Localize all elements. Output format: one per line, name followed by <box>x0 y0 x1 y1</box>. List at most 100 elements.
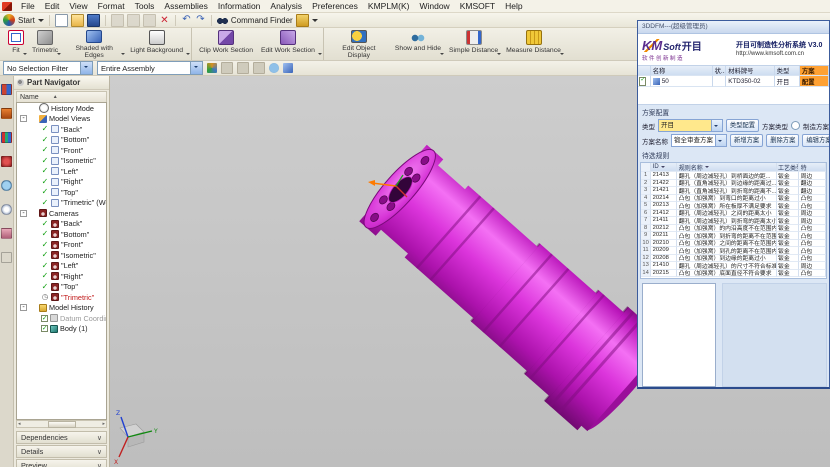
check-mark-icon[interactable] <box>41 230 49 238</box>
check-mark-icon[interactable] <box>41 167 49 175</box>
delete-icon[interactable]: ✕ <box>159 15 170 26</box>
menu-item[interactable]: Assemblies <box>159 1 212 11</box>
check-mark-icon[interactable] <box>41 325 48 332</box>
menu-item[interactable]: Tools <box>130 1 160 11</box>
chevron-down-icon[interactable]: ∨ <box>97 462 102 467</box>
menu-item[interactable]: Format <box>93 1 130 11</box>
rule-row[interactable]: 14 20215 凸包（加强窝）底面直径不符合要求 钣金 凸包 <box>641 270 826 278</box>
rule-row[interactable]: 3 21421 翻孔（直角减轻孔）到折弯的距离不... 钣金 翻边 <box>641 187 826 195</box>
rule-row[interactable]: 5 20213 凸包（加强窝）所在板厚不满足要求 钣金 凸包 <box>641 202 826 210</box>
tree-item[interactable]: "Right" <box>17 271 106 282</box>
check-mark-icon[interactable] <box>41 199 49 207</box>
check-mark-icon[interactable] <box>41 293 49 301</box>
assembly-navigator-icon[interactable] <box>1 84 12 95</box>
scheme-name-dropdown[interactable]: 锻全审查方案 <box>671 134 727 147</box>
expander-icon[interactable] <box>32 189 39 196</box>
scrollbar-thumb[interactable] <box>48 421 76 428</box>
rule-row[interactable]: 9 20211 凸包（加强窝）到折弯的距离不在范围内 钣金 凸包 <box>641 232 826 240</box>
tree-item[interactable]: History Mode <box>17 103 106 114</box>
toolbar-button[interactable]: Edit Object Display <box>327 28 391 60</box>
check-mark-icon[interactable] <box>41 283 49 291</box>
highlight-icon[interactable] <box>269 63 279 73</box>
tree-item[interactable]: Datum Coordinate S... <box>17 313 106 324</box>
start-dropdown-icon[interactable] <box>38 19 44 25</box>
collapsed-panel-bar[interactable]: Details ∨ <box>16 445 107 458</box>
menu-item[interactable]: Information <box>213 1 266 11</box>
expander-icon[interactable] <box>32 157 39 164</box>
rule-row[interactable]: 13 21410 翻孔（周边减轻孔）的尺寸不符合标准 钣金 周边 <box>641 262 826 270</box>
view-triad[interactable]: Z Y X <box>114 410 158 466</box>
menu-item[interactable]: Help <box>500 1 527 11</box>
chevron-down-icon[interactable]: ∨ <box>97 434 102 442</box>
undo-icon[interactable]: ↶ <box>181 15 192 26</box>
dropdown-button-icon[interactable] <box>80 62 92 74</box>
expander-icon[interactable] <box>32 294 39 301</box>
collapsed-panel-bar[interactable]: Dependencies ∨ <box>16 431 107 444</box>
open-folder-icon[interactable] <box>71 14 84 27</box>
menu-item[interactable]: KMSOFT <box>455 1 500 11</box>
tree-item[interactable]: "Right" <box>17 177 106 188</box>
solid-body-filter-icon[interactable] <box>283 63 293 73</box>
toolbar-button[interactable]: Shaded with Edges <box>62 28 126 60</box>
tree-item[interactable]: "Trimetric" (Work) <box>17 198 106 209</box>
check-mark-icon[interactable] <box>41 272 49 280</box>
toolbar-button[interactable]: Simple Distance <box>445 28 502 60</box>
collapsed-panel-bar[interactable]: Preview ∨ <box>16 459 107 467</box>
tree-item[interactable]: "Left" <box>17 166 106 177</box>
customize-icon[interactable] <box>296 14 309 27</box>
check-mark-icon[interactable] <box>41 146 49 154</box>
tree-item[interactable]: "Back" <box>17 124 106 135</box>
expander-icon[interactable] <box>32 126 39 133</box>
header-feature[interactable]: 特 <box>799 163 826 172</box>
dropdown-button-icon[interactable] <box>190 62 202 74</box>
dropdown-arrow-icon[interactable] <box>497 53 501 57</box>
configure-button[interactable]: 配置 <box>800 76 829 87</box>
selection-filter-dropdown[interactable]: No Selection Filter <box>3 61 93 75</box>
toolbar-overflow-icon[interactable] <box>312 19 318 25</box>
check-mark-icon[interactable] <box>41 251 49 259</box>
header-name[interactable]: 名称 <box>651 66 713 76</box>
selection-scope-dropdown[interactable]: Entire Assembly <box>97 61 203 75</box>
start-button[interactable]: Start <box>18 16 35 25</box>
toolbar-button[interactable]: Trimetric <box>28 28 62 60</box>
command-finder-button[interactable]: Command Finder <box>231 16 293 25</box>
part-navigator-icon[interactable] <box>1 132 12 143</box>
horizontal-scrollbar[interactable]: ◂ ▸ <box>16 420 107 428</box>
tree-item[interactable]: Body (1) <box>17 324 106 335</box>
dfm-panel-titlebar[interactable]: 3DDFM---(超级管理员) <box>638 21 829 34</box>
check-mark-icon[interactable] <box>41 188 49 196</box>
product-url[interactable]: http://www.kmsoft.com.cn <box>736 50 829 58</box>
header-scheme[interactable]: 方案 <box>800 66 829 76</box>
tree-item[interactable]: "Isometric" <box>17 250 106 261</box>
expander-icon[interactable] <box>32 241 39 248</box>
snap-point-icon[interactable] <box>207 63 217 73</box>
scroll-left-icon[interactable]: ◂ <box>18 421 21 427</box>
rule-row[interactable]: 10 20210 凸包（加强窝）之间的距离不在范围内 钣金 凸包 <box>641 240 826 248</box>
parts-table-row[interactable]: ✓ 50 KTD350-02 开目 配置 <box>638 76 829 87</box>
dropdown-button-icon[interactable] <box>711 120 722 131</box>
menu-item[interactable]: KMPLM(K) <box>363 1 415 11</box>
copy-icon[interactable] <box>127 14 140 27</box>
dropdown-arrow-icon[interactable] <box>440 53 444 57</box>
tree-item[interactable]: "Isometric" <box>17 156 106 167</box>
toolbar-button[interactable]: Light Background <box>126 28 192 60</box>
pin-icon[interactable] <box>17 79 24 86</box>
expander-icon[interactable] <box>32 273 39 280</box>
constraint-navigator-icon[interactable] <box>1 108 12 119</box>
tree-item[interactable]: "Back" <box>17 219 106 230</box>
save-icon[interactable] <box>87 14 100 27</box>
reuse-library-icon[interactable] <box>1 156 12 167</box>
rule-row[interactable]: 1 21413 翻孔（周边减轻孔）到桥面边的距... 钣金 周边 <box>641 172 826 180</box>
menu-item[interactable]: View <box>64 1 92 11</box>
dropdown-arrow-icon[interactable] <box>57 53 61 57</box>
check-mark-icon[interactable] <box>41 315 48 322</box>
header-process-type[interactable]: 工艺类型 <box>777 163 800 172</box>
web-browser-icon[interactable] <box>1 204 12 215</box>
toolbar-button[interactable]: Show and Hide <box>391 28 445 60</box>
redo-icon[interactable]: ↷ <box>195 15 206 26</box>
expander-icon[interactable] <box>32 168 39 175</box>
command-finder-icon[interactable] <box>217 15 228 26</box>
tree-item[interactable]: "Trimetric" <box>17 292 106 303</box>
tree-item[interactable]: "Bottom" <box>17 135 106 146</box>
toolbar-button[interactable]: Edit Work Section <box>257 28 324 60</box>
